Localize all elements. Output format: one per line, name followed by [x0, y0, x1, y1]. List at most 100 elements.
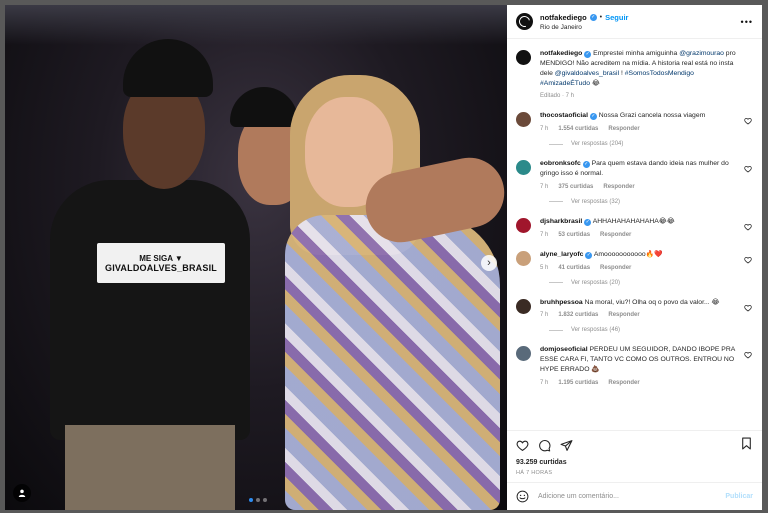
comment-username[interactable]: alyne_laryofc — [540, 251, 583, 258]
comment-likes[interactable]: 1.832 curtidas — [558, 312, 598, 318]
view-replies-label[interactable]: Ver respostas (46) — [571, 327, 620, 333]
next-photo-button[interactable]: › — [481, 255, 497, 271]
reply-button[interactable]: Responder — [600, 232, 631, 238]
comment-username[interactable]: domjoseoficial — [540, 346, 588, 353]
publish-button[interactable]: Publicar — [725, 493, 753, 500]
comment-username[interactable]: bruhhpessoa — [540, 299, 583, 306]
avatar[interactable] — [516, 112, 531, 128]
woman-dress — [285, 215, 500, 510]
reply-button[interactable]: Responder — [603, 184, 634, 190]
comment: bruhhpessoa Na moral, viu?! Olha oq o po… — [516, 298, 753, 319]
post-username[interactable]: notfakediego — [540, 13, 587, 22]
view-replies-label[interactable]: Ver respostas (20) — [571, 280, 620, 286]
carousel-dots — [249, 498, 267, 502]
mention-link[interactable]: @grazimourao — [679, 50, 724, 57]
view-replies-label[interactable]: Ver respostas (32) — [571, 199, 620, 205]
man-left-body — [50, 180, 250, 440]
comment-text: Nossa Grazi cancela nossa viagem — [598, 112, 706, 120]
bookmark-icon[interactable] — [740, 437, 753, 450]
replies-divider — [549, 143, 563, 145]
carousel-dot — [256, 498, 260, 502]
reply-button[interactable]: Responder — [608, 126, 639, 132]
post-actions: 93.259 curtidas HÁ 7 HORAS — [507, 430, 762, 482]
comment-input[interactable]: Adicione um comentário... — [538, 493, 725, 500]
likes-count[interactable]: 93.259 curtidas — [516, 459, 753, 466]
reply-button[interactable]: Responder — [608, 380, 639, 386]
like-comment-heart-icon[interactable] — [744, 256, 752, 264]
view-replies-button[interactable]: Ver respostas (204) — [549, 141, 753, 147]
shirt-text-line1: ME SIGA ▼ — [139, 253, 183, 263]
like-comment-heart-icon[interactable] — [744, 223, 752, 231]
verified-badge-icon: ✓ — [582, 161, 590, 169]
view-replies-button[interactable]: Ver respostas (46) — [549, 327, 753, 333]
tagged-users-button[interactable] — [13, 484, 31, 502]
chevron-right-icon: › — [487, 257, 491, 269]
avatar[interactable] — [516, 346, 531, 362]
like-comment-heart-icon[interactable] — [744, 304, 752, 312]
avatar[interactable] — [516, 160, 531, 176]
comment-username[interactable]: eobronksofc — [540, 160, 581, 167]
caption-username[interactable]: notfakediego — [540, 50, 582, 57]
replies-divider — [549, 329, 563, 331]
follow-button[interactable]: Seguir — [605, 13, 628, 22]
replies-divider — [549, 282, 563, 284]
verified-badge-icon: ✓ — [589, 13, 597, 21]
avatar[interactable] — [516, 298, 531, 314]
view-replies-button[interactable]: Ver respostas (32) — [549, 199, 753, 205]
comment-time: 7 h — [540, 183, 549, 190]
avatar[interactable] — [516, 250, 531, 266]
share-icon[interactable] — [560, 439, 573, 452]
reply-button[interactable]: Responder — [600, 265, 631, 271]
avatar[interactable] — [516, 50, 531, 65]
avatar[interactable] — [516, 217, 531, 233]
comment-likes[interactable]: 1.195 curtidas — [558, 380, 598, 386]
more-options-icon[interactable]: ••• — [741, 17, 753, 27]
mention-link[interactable]: @givaldoalves_brasil — [555, 70, 619, 77]
verified-badge-icon: ✓ — [589, 113, 597, 121]
comment-time: 7 h — [540, 126, 549, 133]
comment-time: 7 h — [540, 379, 549, 386]
comment-text: Na moral, viu?! Olha oq o povo da valor.… — [584, 298, 720, 306]
heart-icon[interactable] — [516, 439, 529, 452]
user-icon — [18, 489, 26, 497]
comment: thocostaoficial ✓ Nossa Grazi cancela no… — [516, 111, 753, 132]
separator-dot: • — [599, 13, 603, 21]
comment-likes[interactable]: 375 curtidas — [558, 184, 593, 190]
comment-time: 7 h — [540, 312, 549, 319]
like-comment-heart-icon[interactable] — [744, 351, 752, 359]
reply-button[interactable]: Responder — [608, 312, 639, 318]
comment: djsharkbrasil ✓ AHHAHAHAHAHAHA😂😂 7 h 53 … — [516, 217, 753, 238]
carousel-dot — [263, 498, 267, 502]
post-header: notfakediego ✓ • Seguir Rio de Janeiro •… — [507, 5, 762, 39]
comment-time: 5 h — [540, 264, 549, 271]
comment-username[interactable]: thocostaoficial — [540, 112, 588, 119]
comment-time: 7 h — [540, 231, 549, 238]
like-comment-heart-icon[interactable] — [744, 165, 752, 173]
emoji-icon[interactable] — [516, 490, 529, 503]
comment-likes[interactable]: 53 curtidas — [558, 232, 590, 238]
man-left-pants — [65, 425, 235, 510]
post-side-panel: notfakediego ✓ • Seguir Rio de Janeiro •… — [507, 5, 762, 510]
view-replies-label[interactable]: Ver respostas (204) — [571, 141, 623, 147]
man-left-cap — [123, 39, 213, 97]
view-replies-button[interactable]: Ver respostas (20) — [549, 280, 753, 286]
verified-badge-icon: ✓ — [584, 218, 592, 226]
comment: eobronksofc ✓ Para quem estava dando ide… — [516, 159, 753, 190]
comment-username[interactable]: djsharkbrasil — [540, 218, 582, 225]
caption-emoji: 😂 — [591, 79, 600, 87]
caption-text-a: Emprestei minha amiguinha — [593, 50, 680, 57]
comment-likes[interactable]: 41 curtidas — [558, 265, 590, 271]
add-comment-bar: Adicione um comentário... Publicar — [507, 482, 762, 510]
carousel-dot — [249, 498, 253, 502]
comment-text: AHHAHAHAHAHAHA😂😂 — [592, 217, 675, 225]
comments-list[interactable]: notfakediego ✓ Emprestei minha amiguinha… — [507, 39, 762, 430]
comment-likes[interactable]: 1.554 curtidas — [558, 126, 598, 132]
avatar[interactable] — [516, 13, 533, 30]
post-photo[interactable]: ME SIGA ▼ GIVALDOALVES_BRASIL › — [5, 5, 507, 510]
like-comment-heart-icon[interactable] — [744, 117, 752, 125]
post-location[interactable]: Rio de Janeiro — [540, 24, 628, 31]
caption-edited-time: Editado · 7 h — [540, 93, 575, 100]
verified-badge-icon: ✓ — [584, 51, 592, 58]
comment-icon[interactable] — [538, 439, 551, 452]
shirt-label: ME SIGA ▼ GIVALDOALVES_BRASIL — [97, 243, 225, 283]
